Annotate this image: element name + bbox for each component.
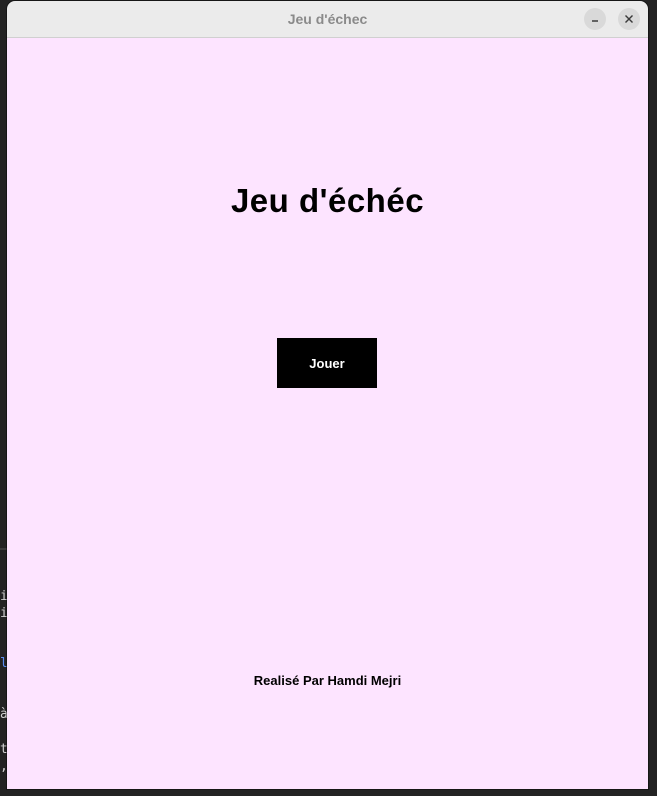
game-window: Jeu d'échec Jeu d'échéc Jouer Realisé Pa…: [7, 1, 648, 789]
window-titlebar[interactable]: Jeu d'échec: [7, 1, 648, 38]
close-button[interactable]: [618, 8, 640, 30]
credit-text: Realisé Par Hamdi Mejri: [253, 673, 402, 688]
game-menu: Jeu d'échéc Jouer Realisé Par Hamdi Mejr…: [7, 38, 648, 789]
window-title: Jeu d'échec: [287, 11, 368, 27]
game-title: Jeu d'échéc: [230, 182, 425, 219]
play-button[interactable]: Jouer: [277, 338, 377, 388]
minimize-button[interactable]: [584, 8, 606, 30]
minimize-icon: [592, 20, 598, 22]
close-icon: [625, 15, 633, 23]
